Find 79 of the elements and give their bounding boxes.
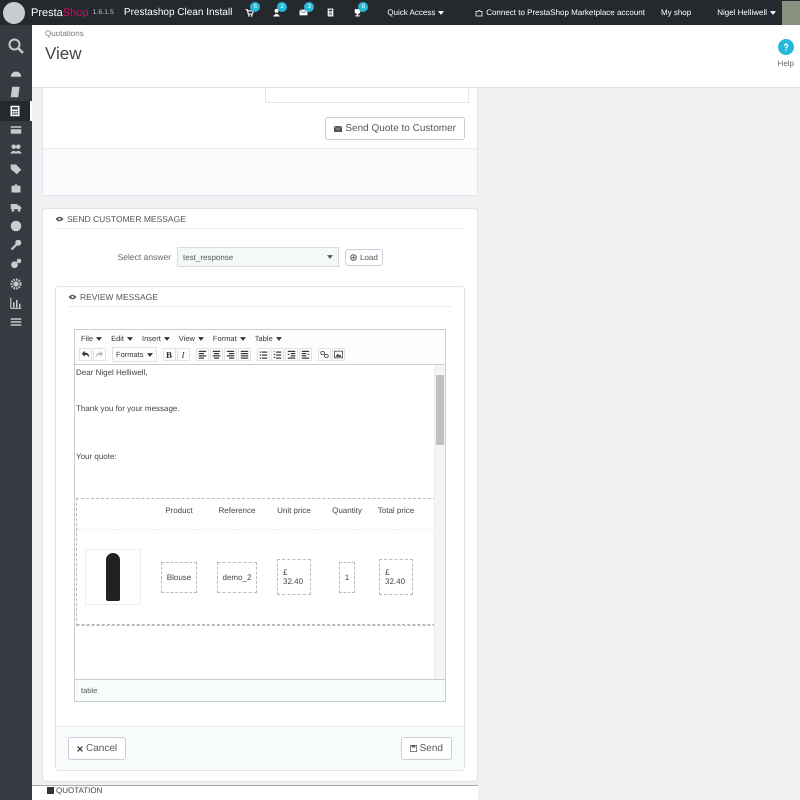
user-menu[interactable]: Nigel Helliwell — [717, 8, 776, 17]
photo-placeholder — [85, 549, 141, 605]
plus-circle-icon — [350, 254, 357, 260]
caret-icon — [96, 336, 102, 340]
customers-icon[interactable] — [10, 143, 22, 156]
calculator-icon[interactable] — [9, 104, 21, 117]
panel-title: REVIEW MESSAGE — [80, 292, 158, 302]
logo-icon[interactable] — [3, 2, 25, 24]
justify-icon[interactable] — [238, 348, 251, 361]
caret-icon — [146, 352, 153, 356]
caret-icon — [327, 255, 333, 259]
caret-icon — [770, 10, 776, 14]
puzzle-icon — [475, 8, 484, 16]
load-button[interactable]: Load — [345, 248, 383, 266]
image-icon[interactable] — [332, 348, 345, 361]
search-icon[interactable] — [8, 38, 24, 54]
envelope-icon — [334, 126, 342, 132]
shop-name[interactable]: Prestashop Clean Install — [124, 7, 232, 18]
save-icon — [410, 745, 417, 752]
avatar-photo[interactable] — [782, 0, 800, 24]
calculator-icon[interactable] — [326, 8, 336, 17]
tags-icon[interactable] — [10, 162, 22, 175]
undo-icon[interactable] — [79, 348, 92, 361]
gear-icon[interactable] — [10, 278, 22, 290]
customer-icon[interactable] — [272, 8, 282, 17]
marketplace-link[interactable]: Connect to PrestaShop Marketplace account — [486, 8, 645, 17]
indent-icon[interactable] — [298, 348, 312, 361]
caret-icon — [164, 336, 170, 340]
breadcrumb[interactable]: Quotations — [45, 29, 84, 38]
column-header: Product — [164, 506, 194, 517]
trophy-icon[interactable] — [353, 8, 362, 17]
send-quote-button[interactable]: Send Quote to Customer — [325, 117, 465, 140]
message-paragraph: Thank you for your message. — [76, 404, 181, 413]
caret-icon — [127, 336, 134, 340]
help-label[interactable]: Help — [778, 59, 794, 68]
chart-icon[interactable] — [10, 296, 22, 309]
cart-icon[interactable] — [245, 8, 254, 17]
caret-icon — [198, 336, 204, 340]
caret-icon — [438, 10, 444, 14]
wrench-icon[interactable] — [10, 239, 22, 252]
send-button[interactable]: Send — [400, 737, 452, 760]
outdent-icon[interactable] — [284, 348, 298, 361]
table-cell: Blouse — [160, 562, 198, 592]
numbered-list-icon[interactable] — [270, 348, 284, 361]
eye-icon — [55, 216, 64, 222]
caret-icon — [240, 336, 246, 340]
bullet-list-icon[interactable] — [256, 348, 270, 361]
bold-button[interactable]: B — [162, 348, 176, 361]
page-title: View — [45, 44, 83, 64]
caret-icon — [276, 336, 282, 340]
align-center-icon[interactable] — [210, 348, 223, 361]
link-icon[interactable] — [318, 348, 331, 361]
panel-title: QUOTATION — [56, 786, 102, 795]
answer-select[interactable]: test_response — [177, 247, 339, 267]
table-cell: £ 32.40 — [379, 559, 413, 595]
cancel-button[interactable]: Cancel — [68, 737, 126, 760]
eye-icon — [68, 294, 77, 300]
align-right-icon[interactable] — [224, 348, 237, 361]
puzzle-icon[interactable] — [10, 182, 22, 194]
column-header: Unit price — [276, 506, 312, 517]
align-left-icon[interactable] — [196, 348, 209, 361]
select-label: Select answer — [116, 252, 171, 262]
column-header: Total price — [376, 506, 416, 517]
close-icon — [77, 746, 83, 752]
quick-access-menu[interactable]: Quick Access — [387, 8, 444, 17]
panel-title: SEND CUSTOMER MESSAGE — [67, 214, 186, 224]
my-shop-link[interactable]: My shop — [660, 8, 692, 17]
brand-name: PrestaShop — [31, 6, 88, 18]
card-icon[interactable] — [10, 124, 22, 136]
scrollbar[interactable] — [434, 365, 445, 679]
italic-button[interactable]: I — [176, 348, 190, 361]
table-cell: demo_2 — [216, 562, 258, 592]
message-paragraph: Your quote: — [76, 452, 118, 461]
message-paragraph: Dear Nigel Helliwell, — [76, 368, 149, 377]
menu-icon[interactable] — [10, 316, 22, 328]
column-header: Quantity — [331, 506, 363, 517]
table-cell: £ 32.40 — [277, 559, 311, 595]
table-cell: 1 — [338, 562, 356, 592]
column-header: Reference — [218, 506, 256, 517]
